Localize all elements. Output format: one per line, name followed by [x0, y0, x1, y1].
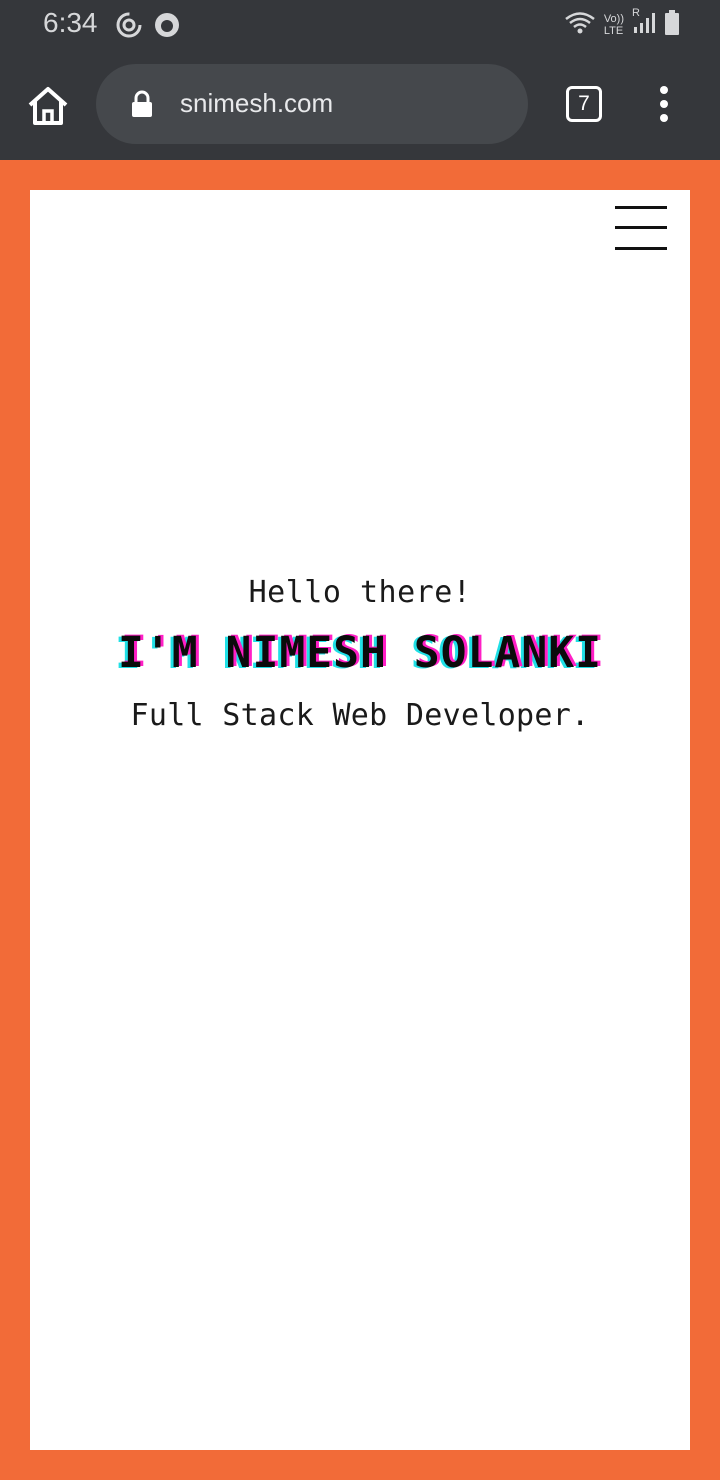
status-right-icons: Vo)) LTE R — [564, 7, 680, 40]
wifi-icon — [564, 10, 596, 40]
battery-icon — [664, 10, 680, 40]
hero-section: Hello there! I'M NIMESH SOLANKI I'M NIME… — [30, 575, 690, 733]
page-card: Hello there! I'M NIMESH SOLANKI I'M NIME… — [30, 190, 690, 1450]
url-bar[interactable]: snimesh.com — [96, 64, 528, 144]
greeting-text: Hello there! — [248, 575, 472, 610]
lock-icon — [132, 90, 152, 117]
more-menu-button[interactable] — [650, 82, 678, 126]
url-text[interactable]: snimesh.com — [180, 88, 333, 119]
roaming-label: R — [632, 7, 640, 19]
browser-toolbar: snimesh.com 7 — [0, 50, 720, 160]
role-text: Full Stack Web Developer. — [130, 698, 590, 733]
name-heading: I'M NIMESH SOLANKI I'M NIMESH SOLANKI I'… — [30, 627, 690, 679]
hamburger-menu-icon[interactable] — [615, 204, 667, 252]
home-button[interactable] — [24, 83, 72, 131]
home-icon — [28, 87, 68, 125]
tab-switcher-button[interactable]: 7 — [566, 86, 602, 122]
more-vert-icon — [660, 86, 668, 122]
volte-icon: Vo)) LTE — [603, 13, 624, 37]
status-time: 6:34 — [43, 7, 98, 38]
status-bar: 6:34 Vo)) LTE R — [0, 0, 720, 50]
sync-icon — [114, 10, 144, 44]
name-text: I'M NIMESH SOLANKI — [118, 628, 602, 678]
signal-icon: R — [632, 7, 656, 39]
firefox-icon — [152, 10, 182, 44]
